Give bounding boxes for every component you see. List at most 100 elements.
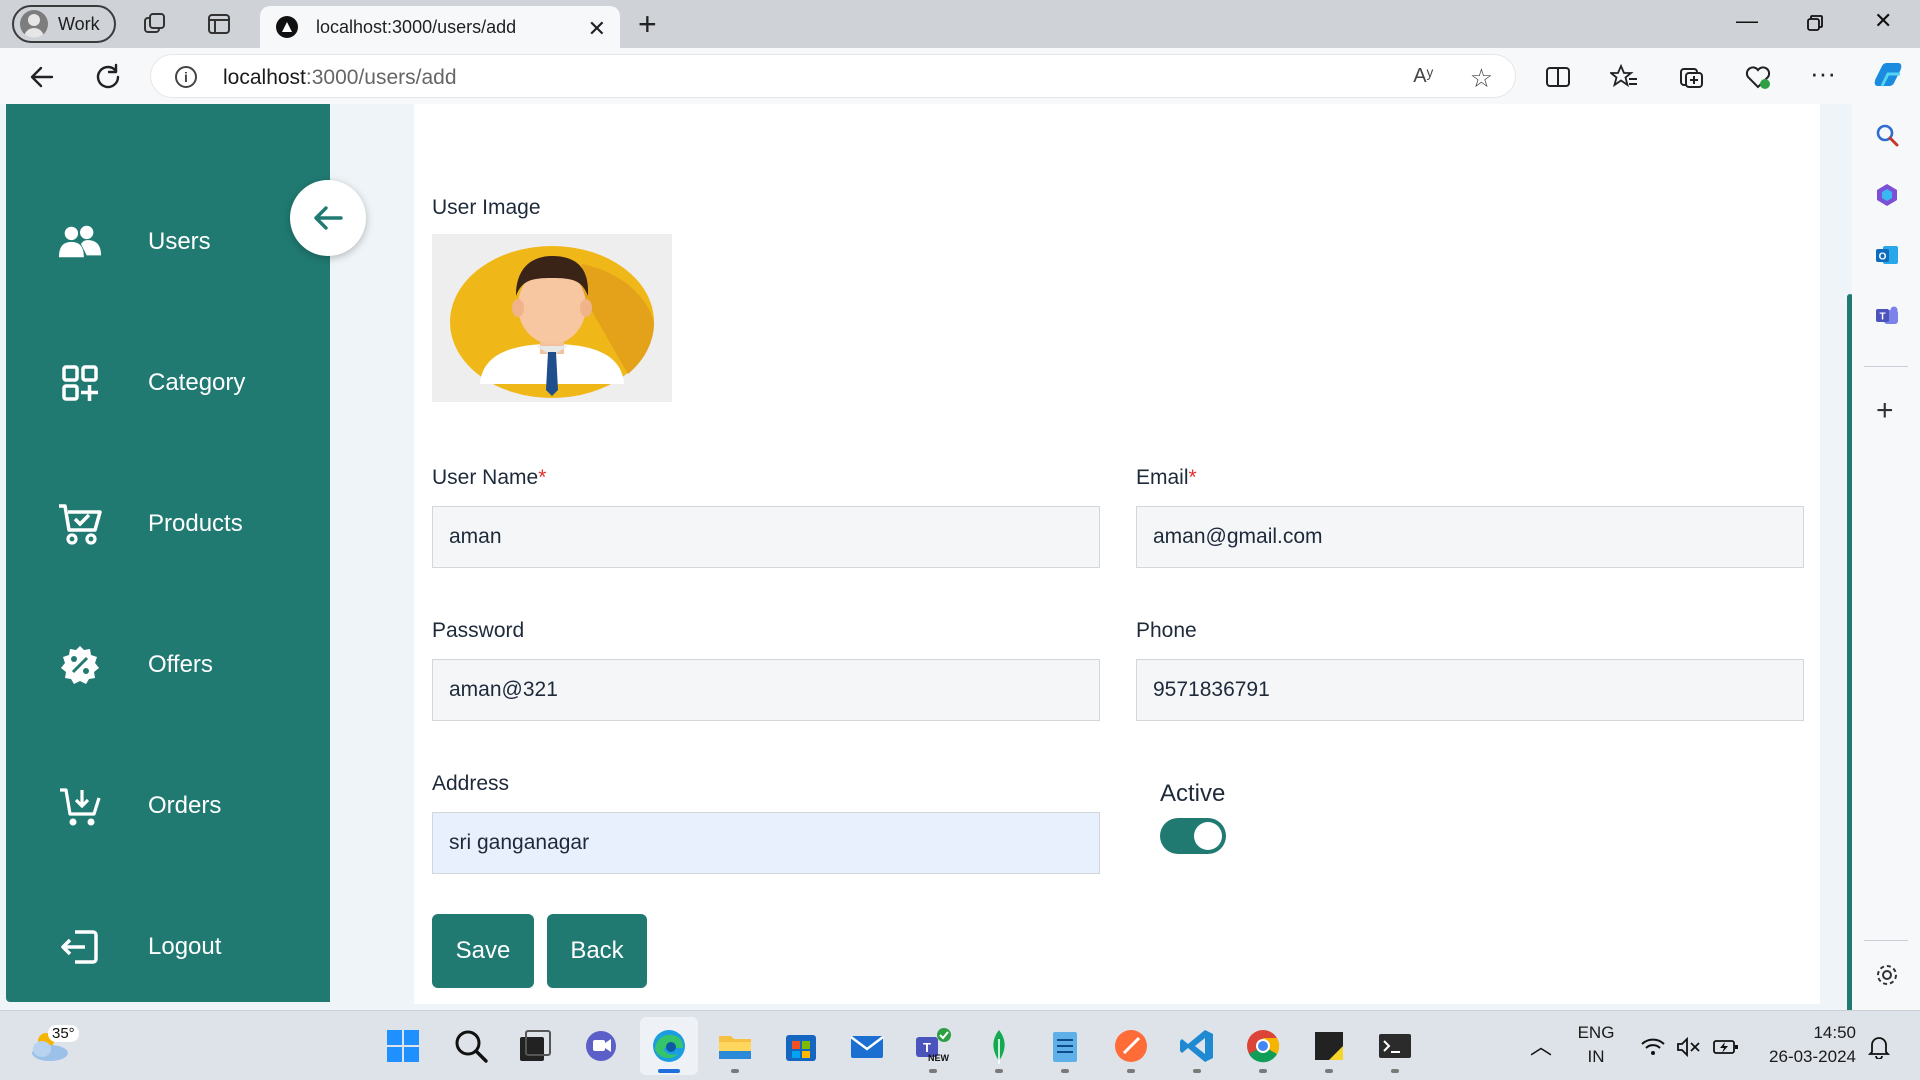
close-window-icon[interactable]: ✕ <box>1874 8 1892 34</box>
user-image[interactable] <box>432 234 672 402</box>
sidebar-item-label: Products <box>148 510 243 537</box>
password-field[interactable] <box>432 659 1100 721</box>
file-explorer-icon[interactable] <box>716 1027 754 1065</box>
minimize-icon[interactable]: — <box>1736 8 1758 34</box>
cart-icon <box>58 502 102 546</box>
sidebar-item-products[interactable]: Products <box>58 496 318 552</box>
workspaces-icon[interactable] <box>142 11 168 37</box>
sidebar-item-label: Offers <box>148 651 213 678</box>
email-field[interactable] <box>1136 506 1804 568</box>
discount-badge-icon <box>58 643 102 687</box>
running-indicator <box>1127 1069 1135 1073</box>
running-indicator <box>731 1069 739 1073</box>
sidebar-item-label: Category <box>148 369 246 396</box>
back-button[interactable]: Back <box>547 914 647 988</box>
arrow-left-icon <box>314 206 343 230</box>
collapse-sidebar-button[interactable] <box>290 180 366 256</box>
user-image-label: User Image <box>432 196 541 219</box>
clock[interactable]: 14:50 26-03-2024 <box>1756 1023 1856 1067</box>
url-text[interactable]: localhost:3000/users/add <box>223 66 457 90</box>
browser-tab-strip: Work localhost:3000/users/add ✕ + — ✕ <box>0 0 1920 48</box>
save-button[interactable]: Save <box>432 914 534 988</box>
more-menu-icon[interactable]: ··· <box>1810 58 1836 89</box>
sidebar-item-category[interactable]: Category <box>58 355 318 411</box>
microsoft-store-icon[interactable] <box>782 1027 820 1065</box>
restore-icon[interactable] <box>1806 14 1824 32</box>
collections-icon[interactable] <box>1678 63 1706 91</box>
outlook-icon[interactable]: O <box>1874 242 1900 268</box>
running-indicator <box>1193 1069 1201 1073</box>
sidebar-item-orders[interactable]: Orders <box>58 778 318 834</box>
taskbar-search-icon[interactable] <box>452 1027 490 1065</box>
edge-sidebar-divider <box>1864 940 1908 941</box>
sidebar-item-users[interactable]: Users <box>58 214 318 270</box>
weather-temp: 35° <box>48 1025 79 1042</box>
new-tab-icon[interactable]: + <box>638 6 657 43</box>
weather-widget[interactable]: 35° <box>26 1025 79 1063</box>
running-indicator <box>929 1069 937 1073</box>
language-indicator[interactable]: ENG IN <box>1576 1023 1616 1067</box>
terminal-icon[interactable] <box>1376 1027 1414 1065</box>
sidebar-item-logout[interactable]: Logout <box>58 919 318 975</box>
site-info-icon[interactable]: i <box>175 66 197 88</box>
close-tab-icon[interactable]: ✕ <box>588 16 606 42</box>
address-bar[interactable]: i localhost:3000/users/add Aʸ ☆ <box>150 54 1516 98</box>
browser-essentials-icon[interactable] <box>1744 63 1772 91</box>
notepad-icon[interactable] <box>1046 1027 1084 1065</box>
volume-muted-icon[interactable] <box>1676 1037 1702 1057</box>
refresh-icon[interactable] <box>94 63 122 91</box>
vscode-icon[interactable] <box>1178 1027 1216 1065</box>
settings-gear-icon[interactable] <box>1874 962 1900 988</box>
copilot-hub-icon[interactable] <box>1874 182 1900 208</box>
read-aloud-icon[interactable]: Aʸ <box>1413 65 1433 88</box>
username-field[interactable] <box>432 506 1100 568</box>
profile-label: Work <box>58 13 100 34</box>
copilot-icon[interactable] <box>1870 58 1906 94</box>
favorite-star-icon[interactable]: ☆ <box>1470 63 1493 94</box>
sidebar-item-label: Orders <box>148 792 222 819</box>
svg-text:T: T <box>1879 312 1885 323</box>
active-label: Active <box>1160 780 1226 807</box>
phone-label: Phone <box>1136 619 1197 642</box>
sticky-notes-icon[interactable] <box>1310 1027 1348 1065</box>
vertical-tabs-icon[interactable] <box>206 11 232 37</box>
page-viewport: Users Category Products Offers Orders Lo… <box>0 104 1852 1010</box>
profile-button[interactable]: Work <box>12 5 116 43</box>
password-label: Password <box>432 619 525 642</box>
split-screen-icon[interactable] <box>1544 63 1572 91</box>
tab-title: localhost:3000/users/add <box>316 16 517 37</box>
active-indicator <box>658 1069 680 1073</box>
sidebar-item-offers[interactable]: Offers <box>58 637 318 693</box>
active-tab[interactable]: localhost:3000/users/add ✕ <box>260 6 620 48</box>
category-icon <box>58 361 102 405</box>
task-view-icon[interactable] <box>516 1027 554 1065</box>
add-icon[interactable]: + <box>1876 394 1894 428</box>
running-indicator <box>1061 1069 1069 1073</box>
phone-field[interactable] <box>1136 659 1804 721</box>
address-field[interactable] <box>432 812 1100 874</box>
wifi-icon[interactable] <box>1640 1037 1666 1057</box>
favorites-icon[interactable] <box>1610 63 1638 91</box>
email-label: Email* <box>1136 466 1197 489</box>
notification-bell-icon[interactable] <box>1868 1035 1890 1059</box>
teams-chat-icon[interactable] <box>582 1027 620 1065</box>
active-toggle[interactable] <box>1160 818 1226 854</box>
teams-icon[interactable]: T <box>1874 302 1900 328</box>
address-label: Address <box>432 772 510 795</box>
battery-charging-icon[interactable] <box>1712 1037 1740 1057</box>
cart-add-icon <box>58 784 102 828</box>
chrome-icon[interactable] <box>1244 1027 1282 1065</box>
start-windows-icon[interactable] <box>384 1027 422 1065</box>
teams-new-badge: NEW <box>928 1053 949 1063</box>
search-icon[interactable] <box>1874 122 1900 148</box>
show-hidden-icons-chevron-icon[interactable]: ︿ <box>1530 1029 1552 1061</box>
edge-browser-icon[interactable] <box>650 1027 688 1065</box>
users-icon <box>58 220 102 264</box>
postman-icon[interactable] <box>1112 1027 1150 1065</box>
site-favicon-icon <box>276 16 298 38</box>
edge-sidebar: O T + <box>1852 104 1920 1010</box>
mongodb-compass-icon[interactable] <box>980 1027 1018 1065</box>
windows-taskbar: 35° T NEW ︿ ENG IN 14:50 26-03-2024 <box>0 1010 1920 1080</box>
back-arrow-icon[interactable] <box>28 63 56 91</box>
mail-icon[interactable] <box>848 1027 886 1065</box>
